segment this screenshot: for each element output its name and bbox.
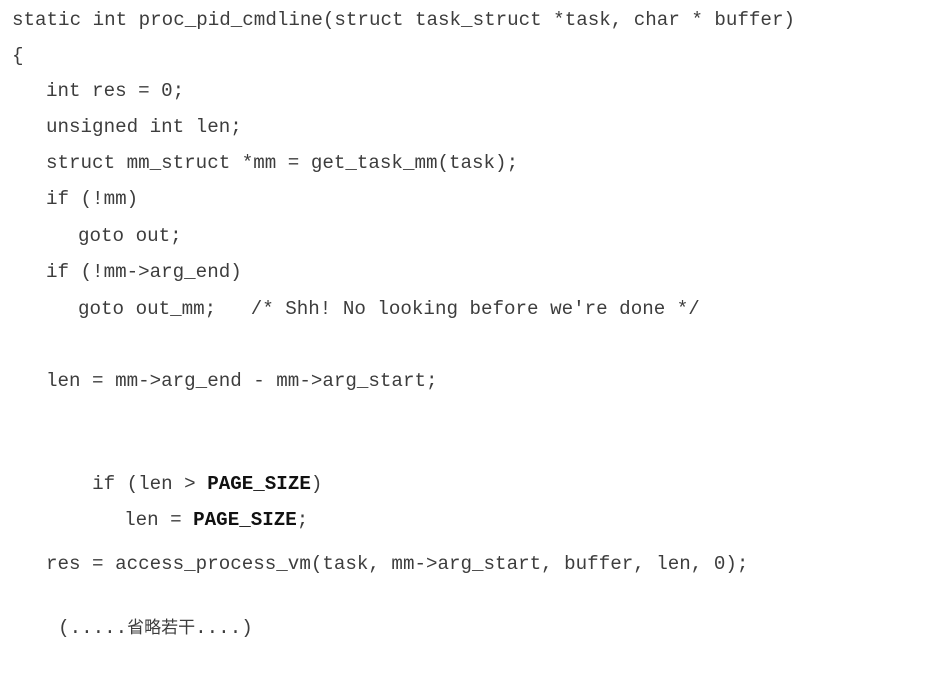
code-line-if-mm: if (!mm) (46, 188, 139, 210)
code-text: len = (124, 509, 194, 531)
code-text: ; (296, 509, 309, 531)
code-line-function-signature: static int proc_pid_cmdline(struct task_… (12, 9, 795, 31)
omitted-note-text: 省略若干 (127, 618, 196, 638)
code-line-access-process-vm: res = access_process_vm(task, mm->arg_st… (46, 553, 749, 575)
code-line-if-arg-end: if (!mm->arg_end) (46, 261, 242, 283)
code-text: (..... (58, 617, 128, 639)
code-text: ....) (195, 617, 253, 639)
code-line-mm-decl: struct mm_struct *mm = get_task_mm(task)… (46, 152, 519, 174)
page-size-macro: PAGE_SIZE (193, 509, 297, 531)
code-line-omitted-note: (.....省略若干....) (12, 583, 253, 639)
code-line-if-page-size: if (len > PAGE_SIZE) (46, 439, 322, 495)
code-line-goto-out: goto out; (78, 225, 182, 247)
code-text: ) (310, 473, 323, 495)
code-line-res-decl: int res = 0; (46, 80, 185, 102)
code-line-open-brace: { (12, 45, 24, 67)
code-line-len-decl: unsigned int len; (46, 116, 242, 138)
code-listing: static int proc_pid_cmdline(struct task_… (0, 0, 928, 639)
code-line-len-assign: len = mm->arg_end - mm->arg_start; (46, 370, 438, 392)
code-line-goto-out-mm: goto out_mm; /* Shh! No looking before w… (78, 298, 700, 320)
code-line-len-page-size: len = PAGE_SIZE; (78, 475, 308, 531)
